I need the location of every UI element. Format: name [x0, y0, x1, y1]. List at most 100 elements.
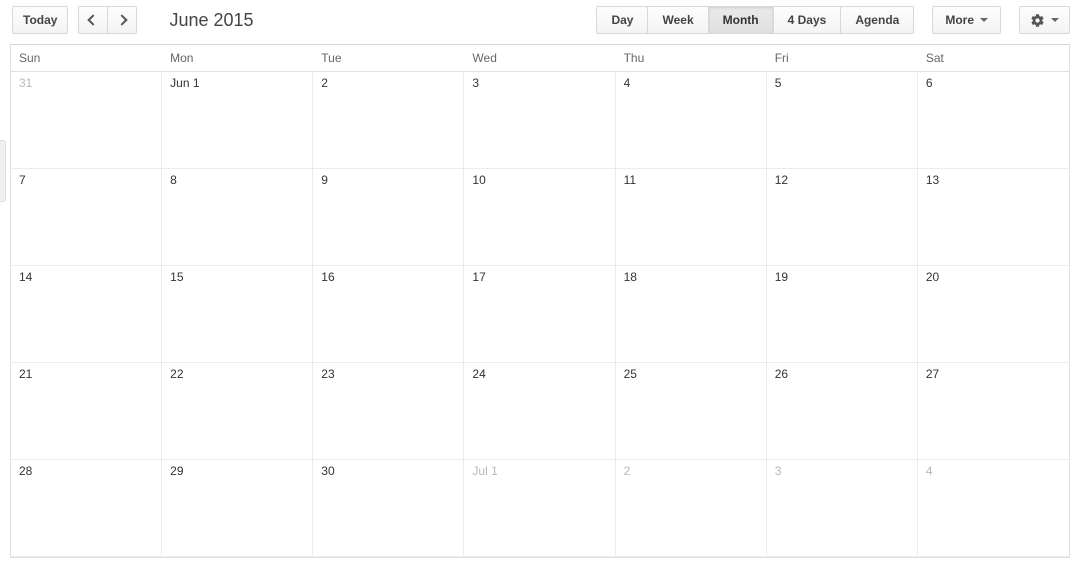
- caret-down-icon: [1051, 18, 1059, 22]
- day-number: 15: [170, 270, 304, 284]
- day-number: 18: [624, 270, 758, 284]
- day-number: 22: [170, 367, 304, 381]
- day-cell[interactable]: 23: [313, 363, 464, 460]
- day-number: 19: [775, 270, 909, 284]
- day-cell[interactable]: 18: [616, 266, 767, 363]
- day-number: 6: [926, 76, 1061, 90]
- day-cell[interactable]: 19: [767, 266, 918, 363]
- day-cell[interactable]: 4: [616, 72, 767, 169]
- day-number: 30: [321, 464, 455, 478]
- sidebar-expand-handle[interactable]: [0, 140, 6, 202]
- day-number: 23: [321, 367, 455, 381]
- day-cell[interactable]: 26: [767, 363, 918, 460]
- day-number: 24: [472, 367, 606, 381]
- view-month-button[interactable]: Month: [709, 6, 774, 34]
- day-number: 20: [926, 270, 1061, 284]
- day-number: Jun 1: [170, 76, 304, 90]
- nav-group: [78, 6, 137, 34]
- dow-header: Wed: [464, 45, 615, 72]
- next-button[interactable]: [108, 6, 137, 34]
- day-cell[interactable]: 30: [313, 460, 464, 557]
- settings-button[interactable]: [1019, 6, 1070, 34]
- day-cell[interactable]: 16: [313, 266, 464, 363]
- day-number: 26: [775, 367, 909, 381]
- calendar-grid: 31Jun 1234567891011121314151617181920212…: [11, 72, 1069, 557]
- day-cell[interactable]: 8: [162, 169, 313, 266]
- dow-header: Tue: [313, 45, 464, 72]
- day-number: 3: [472, 76, 606, 90]
- day-number: Jul 1: [472, 464, 606, 478]
- day-number: 4: [624, 76, 758, 90]
- caret-down-icon: [980, 18, 988, 22]
- day-number: 25: [624, 367, 758, 381]
- day-cell[interactable]: 4: [918, 460, 1069, 557]
- day-number: 8: [170, 173, 304, 187]
- day-cell[interactable]: 15: [162, 266, 313, 363]
- day-number: 14: [19, 270, 153, 284]
- day-number: 29: [170, 464, 304, 478]
- day-number: 12: [775, 173, 909, 187]
- day-cell[interactable]: 6: [918, 72, 1069, 169]
- day-cell[interactable]: 22: [162, 363, 313, 460]
- dow-header: Mon: [162, 45, 313, 72]
- day-number: 13: [926, 173, 1061, 187]
- day-number: 17: [472, 270, 606, 284]
- prev-button[interactable]: [78, 6, 108, 34]
- day-cell[interactable]: Jun 1: [162, 72, 313, 169]
- day-cell[interactable]: 28: [11, 460, 162, 557]
- day-cell[interactable]: 7: [11, 169, 162, 266]
- dow-header: Sat: [918, 45, 1069, 72]
- more-label: More: [945, 13, 974, 27]
- day-number: 11: [624, 173, 758, 187]
- dow-header: Sun: [11, 45, 162, 72]
- day-cell[interactable]: 9: [313, 169, 464, 266]
- day-cell[interactable]: 12: [767, 169, 918, 266]
- view-switch: DayWeekMonth4 DaysAgenda: [596, 6, 914, 34]
- dow-header: Thu: [616, 45, 767, 72]
- day-number: 2: [624, 464, 758, 478]
- view-day-button[interactable]: Day: [596, 6, 648, 34]
- day-cell[interactable]: 31: [11, 72, 162, 169]
- dow-row: SunMonTueWedThuFriSat: [11, 45, 1069, 72]
- day-cell[interactable]: 2: [616, 460, 767, 557]
- day-cell[interactable]: 10: [464, 169, 615, 266]
- day-number: 7: [19, 173, 153, 187]
- day-number: 5: [775, 76, 909, 90]
- today-button[interactable]: Today: [12, 6, 68, 34]
- day-number: 27: [926, 367, 1061, 381]
- calendar: SunMonTueWedThuFriSat 31Jun 123456789101…: [10, 44, 1070, 558]
- day-cell[interactable]: 27: [918, 363, 1069, 460]
- view-week-button[interactable]: Week: [648, 6, 708, 34]
- day-number: 28: [19, 464, 153, 478]
- day-number: 2: [321, 76, 455, 90]
- view-4days-button[interactable]: 4 Days: [774, 6, 842, 34]
- day-cell[interactable]: 29: [162, 460, 313, 557]
- day-cell[interactable]: 11: [616, 169, 767, 266]
- day-number: 31: [19, 76, 153, 90]
- day-cell[interactable]: Jul 1: [464, 460, 615, 557]
- day-cell[interactable]: 17: [464, 266, 615, 363]
- more-button[interactable]: More: [932, 6, 1001, 34]
- date-title: June 2015: [169, 10, 253, 31]
- day-cell[interactable]: 3: [767, 460, 918, 557]
- day-number: 9: [321, 173, 455, 187]
- day-cell[interactable]: 14: [11, 266, 162, 363]
- day-cell[interactable]: 25: [616, 363, 767, 460]
- day-number: 16: [321, 270, 455, 284]
- view-agenda-button[interactable]: Agenda: [841, 6, 914, 34]
- day-number: 4: [926, 464, 1061, 478]
- dow-header: Fri: [767, 45, 918, 72]
- day-cell[interactable]: 20: [918, 266, 1069, 363]
- day-cell[interactable]: 3: [464, 72, 615, 169]
- day-cell[interactable]: 24: [464, 363, 615, 460]
- chevron-left-icon: [88, 14, 99, 25]
- day-cell[interactable]: 2: [313, 72, 464, 169]
- day-number: 10: [472, 173, 606, 187]
- day-cell[interactable]: 5: [767, 72, 918, 169]
- chevron-right-icon: [117, 14, 128, 25]
- day-cell[interactable]: 13: [918, 169, 1069, 266]
- day-number: 21: [19, 367, 153, 381]
- gear-icon: [1030, 13, 1045, 28]
- day-cell[interactable]: 21: [11, 363, 162, 460]
- toolbar: Today June 2015 DayWeekMonth4 DaysAgenda…: [0, 0, 1080, 40]
